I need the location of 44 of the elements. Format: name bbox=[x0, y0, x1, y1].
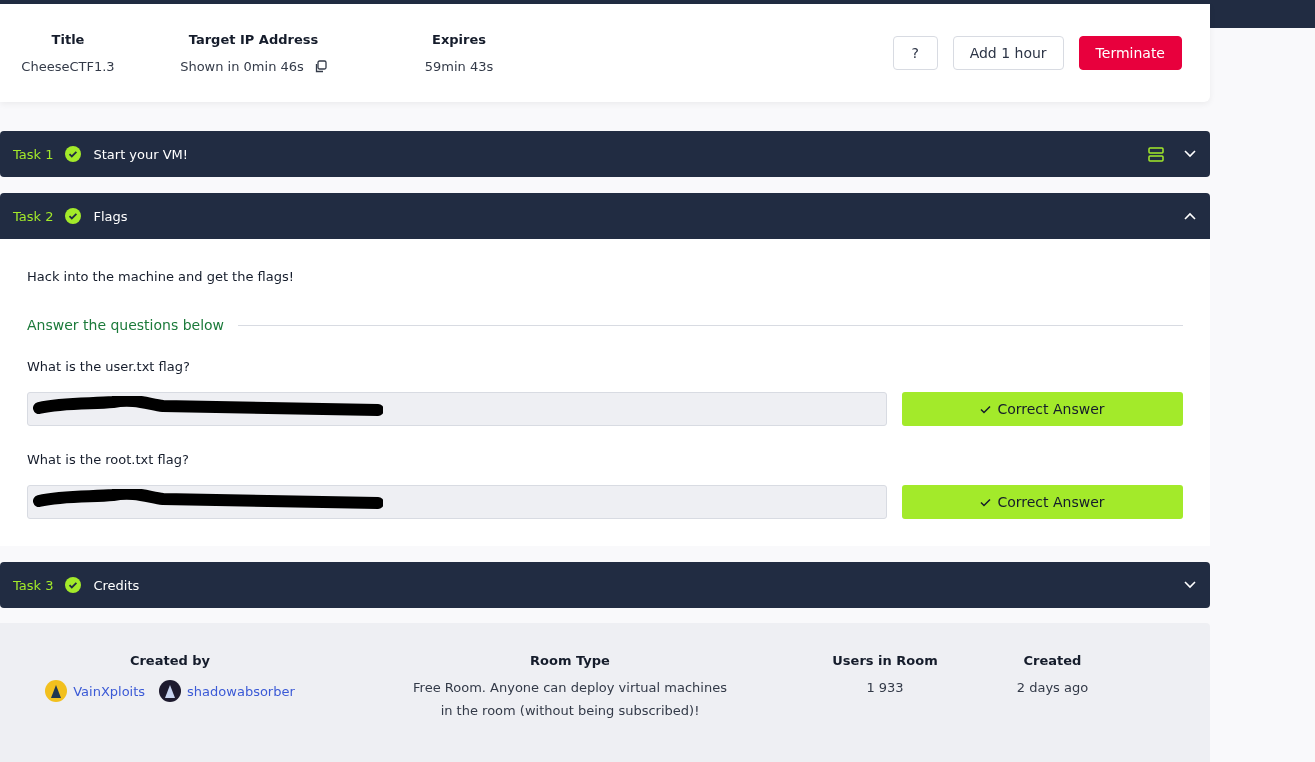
task-number: Task 3 bbox=[13, 577, 54, 593]
info-label: Room Type bbox=[530, 653, 610, 668]
checkmark-icon bbox=[980, 404, 992, 414]
correct-answer-button[interactable]: Correct Answer bbox=[902, 485, 1183, 519]
action-button[interactable]: ? bbox=[892, 36, 938, 70]
avatar-icon bbox=[45, 680, 68, 702]
checkmark-icon bbox=[980, 497, 992, 507]
avatar-icon bbox=[159, 680, 182, 702]
task-number: Task 2 bbox=[13, 208, 54, 224]
info-label: Created by bbox=[129, 653, 211, 668]
task-number: Task 1 bbox=[13, 146, 54, 162]
answers-heading: Answer the questions below bbox=[27, 317, 225, 333]
question-text: What is the user.txt flag? bbox=[27, 359, 191, 374]
answer-field[interactable] bbox=[27, 485, 887, 519]
column-value: 59min 43s bbox=[424, 59, 494, 74]
correct-answer-button[interactable]: Correct Answer bbox=[902, 392, 1183, 426]
action-button[interactable]: Add 1 hour bbox=[952, 36, 1064, 70]
column-label: Expires bbox=[432, 32, 486, 47]
info-label: Users in Room bbox=[832, 653, 938, 668]
info-label: Created bbox=[1023, 653, 1082, 668]
column-label: Target IP Address bbox=[188, 32, 319, 47]
task-title: Flags bbox=[93, 208, 128, 224]
column-value: CheeseCTF1.3 bbox=[21, 59, 115, 74]
task-header[interactable]: Task 3 Credits bbox=[0, 562, 1210, 608]
author-link[interactable]: VainXploits bbox=[45, 680, 146, 702]
copy-icon[interactable] bbox=[313, 60, 327, 73]
column-label: Title bbox=[51, 32, 85, 47]
task-header[interactable]: Task 2 Flags bbox=[0, 193, 1210, 239]
answer-field[interactable] bbox=[27, 392, 887, 426]
chevron-down-icon[interactable] bbox=[1184, 150, 1196, 158]
terminate-button[interactable]: Terminate bbox=[1078, 36, 1182, 70]
question-text: What is the root.txt flag? bbox=[27, 452, 190, 467]
server-icon[interactable] bbox=[1148, 146, 1164, 162]
task-description: Hack into the machine and get the flags! bbox=[27, 269, 295, 284]
column-value: Shown in 0min 46s bbox=[180, 59, 304, 74]
task-title: Credits bbox=[93, 577, 140, 593]
room-type-text: Free Room. Anyone can deploy virtual machines in the room (without being subscribed)! bbox=[413, 679, 727, 720]
task-title: Start your VM! bbox=[93, 146, 189, 162]
chevron-down-icon[interactable] bbox=[1184, 581, 1196, 589]
users-count: 1 933 bbox=[866, 679, 904, 697]
author-link[interactable]: shadowabsorber bbox=[159, 680, 295, 702]
task-header[interactable]: Task 1 Start your VM! bbox=[0, 131, 1210, 177]
chevron-up-icon[interactable] bbox=[1184, 212, 1196, 220]
created-value: 2 days ago bbox=[1016, 679, 1089, 697]
